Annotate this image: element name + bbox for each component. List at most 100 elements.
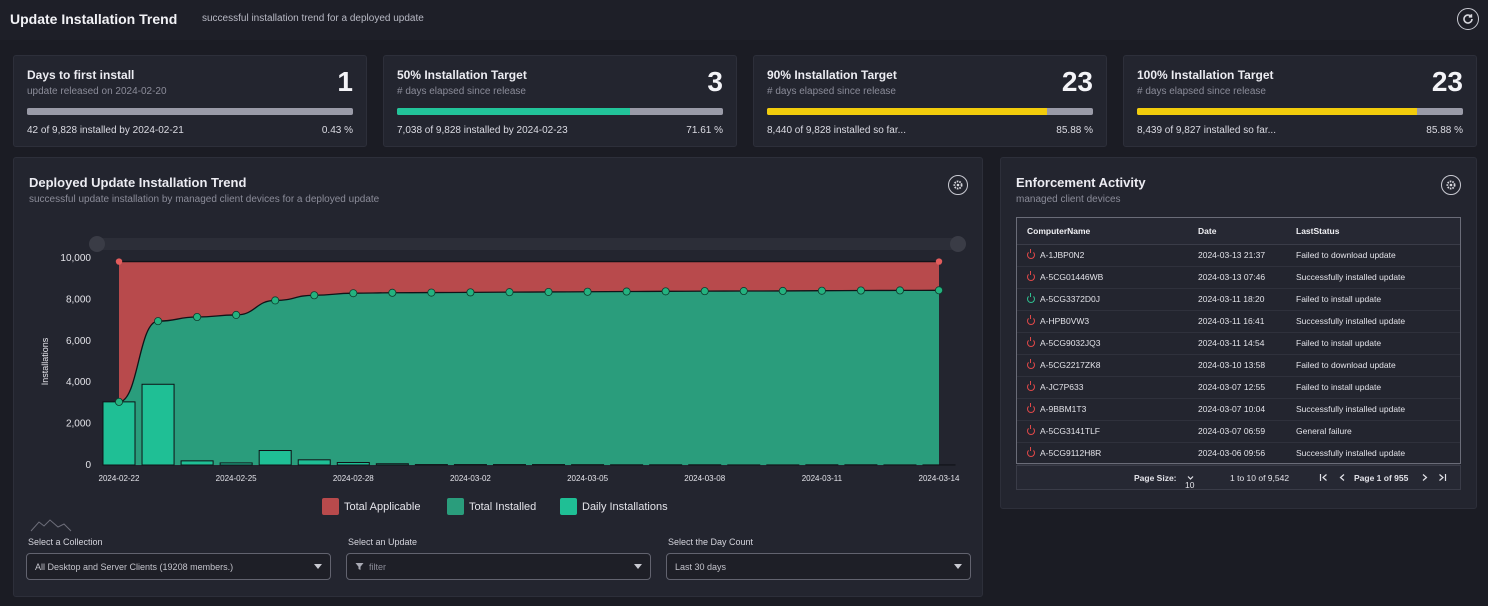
kpi-card-100-target: 100% Installation Target # days elapsed … (1123, 55, 1477, 147)
total-installed-point (778, 286, 787, 295)
table-row[interactable]: A-5CG9112H8R 2024-03-06 09:56 Successfully… (1017, 442, 1460, 465)
cell-computername: A-9BBM1T3 (1017, 398, 1188, 421)
cell-computername: A-5CG01446WB (1017, 266, 1188, 289)
cell-laststatus: Failed to download update (1286, 354, 1460, 377)
power-icon (1027, 337, 1035, 347)
kpi-percent: 85.88 % (1426, 125, 1463, 136)
chevron-right-icon (1422, 474, 1428, 481)
table-row[interactable]: A-5CG2217ZK8 2024-03-10 13:58 Failed to do… (1017, 354, 1460, 377)
table-row[interactable]: A-5CG9032JQ3 2024-03-11 14:54 Failed to in… (1017, 332, 1460, 355)
page-size-select[interactable]: 10 (1185, 473, 1194, 490)
last-page-button[interactable] (1438, 473, 1447, 484)
computer-name: A-5CG3372D0J (1040, 294, 1101, 304)
column-header-date[interactable]: Date (1188, 218, 1286, 245)
table-row[interactable]: A-5CG01446WB 2024-03-13 07:46 Successfully… (1017, 266, 1460, 289)
enforcement-table: ComputerName Date LastStatus A-1JBP0N2 20… (1017, 218, 1460, 465)
first-page-button[interactable] (1319, 473, 1328, 484)
legend-total-applicable[interactable]: Total Applicable (322, 498, 420, 515)
refresh-button[interactable] (1457, 8, 1479, 30)
enforcement-subtitle: managed client devices (1016, 194, 1121, 205)
power-icon (1027, 381, 1035, 391)
kpi-progress-bar (767, 108, 1093, 115)
power-icon (1027, 447, 1035, 457)
kpi-percent: 85.88 % (1056, 125, 1093, 136)
total-applicable-point (935, 258, 943, 265)
daily-installations-bar (258, 450, 292, 466)
collection-label: Select a Collection (28, 537, 103, 547)
kpi-card-first-install: Days to first install update released on… (13, 55, 367, 147)
table-header-row: ComputerName Date LastStatus (1017, 218, 1460, 245)
enforcement-settings-button[interactable] (1441, 175, 1461, 195)
power-icon (1027, 271, 1035, 281)
collection-select[interactable]: All Desktop and Server Clients (19208 me… (26, 553, 331, 580)
legend-total-installed[interactable]: Total Installed (447, 498, 536, 515)
legend-daily-installations[interactable]: Daily Installations (560, 498, 668, 515)
power-icon (1027, 293, 1035, 303)
total-installed-point (622, 287, 631, 296)
update-select[interactable]: filter (346, 553, 651, 580)
chevron-down-icon (954, 564, 962, 569)
table-row[interactable]: A-9BBM1T3 2024-03-07 10:04 Successfully in… (1017, 398, 1460, 421)
page-indicator: Page 1 of 955 (1354, 473, 1409, 483)
table-row[interactable]: A-5CG3141TLF 2024-03-07 06:59 General fail… (1017, 420, 1460, 443)
daily-installations-bar (297, 459, 331, 466)
trend-settings-button[interactable] (948, 175, 968, 195)
kpi-subtitle: # days elapsed since release (1137, 86, 1266, 97)
daily-installations-bar (336, 462, 370, 466)
total-installed-point (427, 288, 436, 297)
total-installed-point (544, 287, 553, 296)
daily-installations-bar (141, 383, 175, 466)
next-page-button[interactable] (1420, 473, 1429, 484)
installation-trend-chart: 10,000 8,000 6,000 4,000 2,000 0 Installations… (40, 236, 966, 483)
cell-date: 2024-03-07 10:04 (1188, 398, 1286, 421)
kpi-percent: 71.61 % (686, 125, 723, 136)
total-installed-point (935, 286, 944, 295)
total-installed-point (193, 312, 202, 321)
first-page-icon (1319, 474, 1327, 481)
table-row[interactable]: A-5CG3372D0J 2024-03-11 18:20 Failed to in… (1017, 288, 1460, 311)
table-row[interactable]: A-JC7P633 2024-03-07 12:55 Failed to insta… (1017, 376, 1460, 399)
kpi-subtitle: update released on 2024-02-20 (27, 86, 167, 97)
prev-page-button[interactable] (1338, 473, 1347, 484)
total-installed-point (310, 291, 319, 300)
cell-computername: A-1JBP0N2 (1017, 244, 1188, 267)
cell-computername: A-5CG2217ZK8 (1017, 354, 1188, 377)
kpi-footer: 7,038 of 9,828 installed by 2024-02-23 (397, 125, 568, 136)
column-header-laststatus[interactable]: LastStatus (1286, 218, 1460, 245)
x-tick-label: 2024-03-02 (450, 474, 491, 483)
y-tick-label: 8,000 (66, 294, 91, 305)
total-installed-point (349, 289, 358, 298)
total-installed-point (583, 287, 592, 296)
table-row[interactable]: A-1JBP0N2 2024-03-13 21:37 Failed to downl… (1017, 244, 1460, 267)
power-icon (1027, 249, 1035, 259)
x-tick-label: 2024-03-11 (802, 474, 843, 483)
power-icon (1027, 359, 1035, 369)
total-installed-point (895, 286, 904, 295)
chevron-down-icon (314, 564, 322, 569)
cell-laststatus: Failed to install update (1286, 288, 1460, 311)
kpi-title: Days to first install (27, 68, 135, 82)
total-installed-point (388, 288, 397, 297)
range-slider-handle-left (89, 236, 105, 252)
total-installed-point (661, 287, 670, 296)
kpi-card-90-target: 90% Installation Target # days elapsed s… (753, 55, 1107, 147)
kpi-subtitle: # days elapsed since release (767, 86, 896, 97)
cell-laststatus: Successfully installed update (1286, 398, 1460, 421)
filter-icon (355, 563, 364, 570)
kpi-progress-fill (27, 108, 29, 115)
gear-icon (1446, 180, 1456, 190)
computer-name: A-5CG2217ZK8 (1040, 360, 1101, 370)
legend-label: Total Installed (469, 500, 537, 513)
table-row[interactable]: A-HPB0VW3 2024-03-11 16:41 Successfully in… (1017, 310, 1460, 333)
y-tick-label: 2,000 (66, 419, 91, 430)
computer-name: A-HPB0VW3 (1040, 316, 1090, 326)
power-icon (1027, 315, 1035, 325)
chart-thumbnail-icon[interactable] (30, 518, 72, 532)
computer-name: A-JC7P633 (1040, 382, 1084, 392)
day-count-select[interactable]: Last 30 days (666, 553, 971, 580)
cell-date: 2024-03-06 09:56 (1188, 442, 1286, 465)
cell-date: 2024-03-10 13:58 (1188, 354, 1286, 377)
y-tick-label: 6,000 (66, 336, 91, 347)
column-header-computername[interactable]: ComputerName (1017, 218, 1188, 245)
total-installed-area (119, 290, 939, 465)
